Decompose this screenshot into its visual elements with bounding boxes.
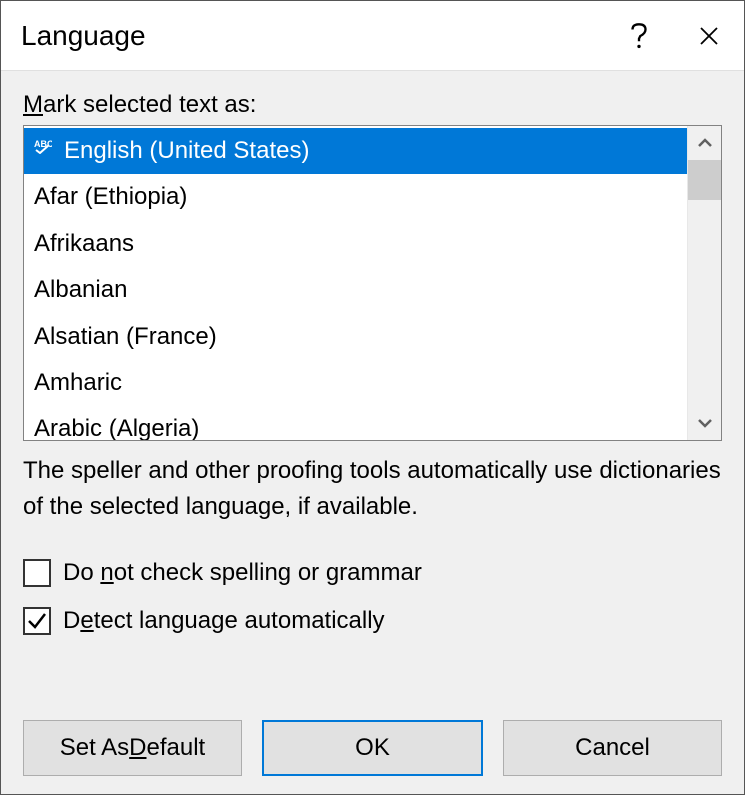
language-item[interactable]: Afar (Ethiopia)	[24, 174, 687, 220]
svg-text:ABC: ABC	[34, 139, 52, 149]
no-check-spelling-label: Do not check spelling or grammar	[63, 559, 422, 587]
set-default-button[interactable]: Set As Default	[23, 720, 242, 776]
language-listbox[interactable]: ABC English (United States) Afar (Ethiop…	[24, 126, 687, 440]
cancel-button[interactable]: Cancel	[503, 720, 722, 776]
checkbox-group: Do not check spelling or grammar Detect …	[23, 559, 722, 655]
ok-button[interactable]: OK	[262, 720, 483, 776]
chevron-up-icon	[697, 138, 713, 148]
language-item[interactable]: Arabic (Algeria)	[24, 406, 687, 440]
no-check-spelling-checkbox[interactable]	[23, 559, 51, 587]
language-dialog: Language Mark selected text as: ABC	[0, 0, 745, 795]
close-button[interactable]	[674, 2, 744, 70]
language-listbox-container: ABC English (United States) Afar (Ethiop…	[23, 125, 722, 441]
language-item[interactable]: Alsatian (France)	[24, 314, 687, 360]
language-item[interactable]: Afrikaans	[24, 221, 687, 267]
language-item[interactable]: Albanian	[24, 267, 687, 313]
dialog-content: Mark selected text as: ABC English (Unit…	[1, 71, 744, 794]
detect-language-checkbox[interactable]	[23, 607, 51, 635]
spellcheck-icon: ABC	[34, 138, 52, 154]
help-icon	[631, 23, 647, 49]
scrollbar[interactable]	[687, 126, 721, 440]
titlebar: Language	[1, 1, 744, 71]
dialog-title: Language	[21, 20, 604, 52]
scroll-thumb[interactable]	[688, 160, 721, 200]
scroll-down-button[interactable]	[688, 406, 721, 440]
scroll-up-button[interactable]	[688, 126, 721, 160]
detect-language-label: Detect language automatically	[63, 607, 385, 635]
detect-language-row[interactable]: Detect language automatically	[23, 607, 722, 635]
button-row: Set As Default OK Cancel	[23, 720, 722, 776]
checkmark-icon	[26, 610, 48, 632]
description-text: The speller and other proofing tools aut…	[23, 453, 722, 525]
language-item[interactable]: Amharic	[24, 360, 687, 406]
help-button[interactable]	[604, 2, 674, 70]
close-icon	[699, 26, 719, 46]
no-check-spelling-row[interactable]: Do not check spelling or grammar	[23, 559, 722, 587]
scroll-track[interactable]	[688, 160, 721, 406]
language-item-selected[interactable]: ABC English (United States)	[24, 128, 687, 174]
chevron-down-icon	[697, 418, 713, 428]
mark-text-label: Mark selected text as:	[23, 91, 722, 119]
